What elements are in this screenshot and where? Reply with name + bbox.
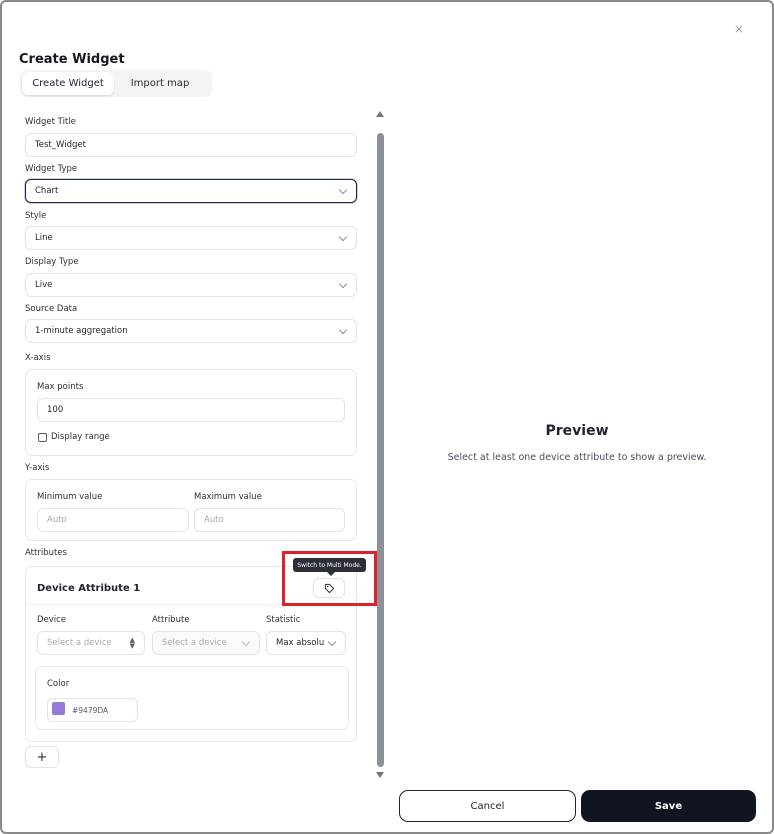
x-axis-group: Max points 100 Display range bbox=[25, 369, 357, 456]
preview-title: Preview bbox=[545, 423, 609, 439]
dialog-title: Create Widget bbox=[19, 52, 125, 67]
style-value: Line bbox=[35, 233, 53, 243]
attribute-select[interactable]: Select a device bbox=[152, 631, 260, 655]
chevron-down-icon bbox=[338, 185, 348, 195]
highlight-box bbox=[282, 551, 377, 606]
create-widget-dialog: × Create Widget Create Widget Import map… bbox=[0, 0, 774, 834]
tab-bar: Create Widget Import map bbox=[20, 70, 212, 97]
statistic-value: Max absolu bbox=[276, 638, 325, 648]
scroll-down-icon[interactable] bbox=[376, 772, 384, 778]
style-label: Style bbox=[25, 211, 47, 221]
chevron-down-icon bbox=[327, 637, 337, 647]
max-points-input[interactable]: 100 bbox=[37, 398, 345, 422]
close-icon[interactable]: × bbox=[734, 22, 744, 36]
max-points-value: 100 bbox=[47, 405, 64, 415]
widget-title-label: Widget Title bbox=[25, 117, 76, 127]
scrollbar-thumb[interactable] bbox=[377, 133, 384, 767]
color-value: #9479DA bbox=[72, 705, 109, 715]
chevron-down-icon bbox=[338, 279, 348, 289]
minimum-value-placeholder: Auto bbox=[47, 515, 67, 525]
y-axis-group: Minimum value Auto Maximum value Auto bbox=[25, 479, 357, 541]
preview-message: Select at least one device attribute to … bbox=[447, 452, 707, 463]
display-range-label: Display range bbox=[51, 432, 110, 442]
color-swatch[interactable] bbox=[52, 702, 65, 715]
save-button[interactable]: Save bbox=[581, 790, 756, 822]
minimum-value-input[interactable]: Auto bbox=[37, 508, 189, 532]
style-select[interactable]: Line bbox=[25, 226, 357, 250]
widget-type-select[interactable]: Chart bbox=[25, 179, 357, 203]
chevron-down-icon bbox=[338, 325, 348, 335]
chevron-down-icon bbox=[241, 637, 251, 647]
maximum-value-input[interactable]: Auto bbox=[194, 508, 345, 532]
device-select[interactable]: Select a device ▲ ▼ bbox=[37, 631, 145, 655]
x-axis-label: X-axis bbox=[25, 353, 51, 363]
statistic-label: Statistic bbox=[266, 615, 301, 625]
display-type-label: Display Type bbox=[25, 257, 79, 267]
tab-create-widget[interactable]: Create Widget bbox=[22, 72, 114, 95]
tab-import-map[interactable]: Import map bbox=[114, 72, 206, 95]
add-attribute-button[interactable]: + bbox=[25, 746, 59, 768]
device-label: Device bbox=[37, 615, 67, 625]
source-data-label: Source Data bbox=[25, 304, 78, 314]
cancel-button[interactable]: Cancel bbox=[399, 790, 576, 822]
source-data-value: 1-minute aggregation bbox=[35, 326, 128, 336]
widget-title-value: Test_Widget bbox=[35, 140, 86, 150]
widget-title-input[interactable]: Test_Widget bbox=[25, 133, 357, 157]
widget-type-value: Chart bbox=[35, 186, 59, 196]
device-placeholder: Select a device bbox=[47, 638, 112, 648]
max-points-label: Max points bbox=[37, 382, 84, 392]
attribute-label: Attribute bbox=[152, 615, 190, 625]
sort-arrows-icon: ▲ ▼ bbox=[129, 636, 135, 650]
device-attribute-title: Device Attribute 1 bbox=[37, 583, 141, 594]
display-range-checkbox[interactable] bbox=[38, 433, 47, 442]
source-data-select[interactable]: 1-minute aggregation bbox=[25, 319, 357, 343]
chevron-down-icon bbox=[338, 232, 348, 242]
statistic-select[interactable]: Max absolu bbox=[266, 631, 346, 655]
attribute-placeholder: Select a device bbox=[162, 638, 227, 648]
y-axis-label: Y-axis bbox=[25, 463, 50, 473]
scroll-up-icon[interactable] bbox=[376, 111, 384, 117]
color-group: Color #9479DA bbox=[35, 666, 349, 730]
widget-type-label: Widget Type bbox=[25, 164, 78, 174]
color-label: Color bbox=[47, 679, 70, 689]
attributes-label: Attributes bbox=[25, 548, 67, 558]
maximum-value-label: Maximum value bbox=[194, 492, 262, 502]
maximum-value-placeholder: Auto bbox=[204, 515, 224, 525]
minimum-value-label: Minimum value bbox=[37, 492, 103, 502]
display-type-select[interactable]: Live bbox=[25, 273, 357, 297]
display-type-value: Live bbox=[35, 280, 53, 290]
